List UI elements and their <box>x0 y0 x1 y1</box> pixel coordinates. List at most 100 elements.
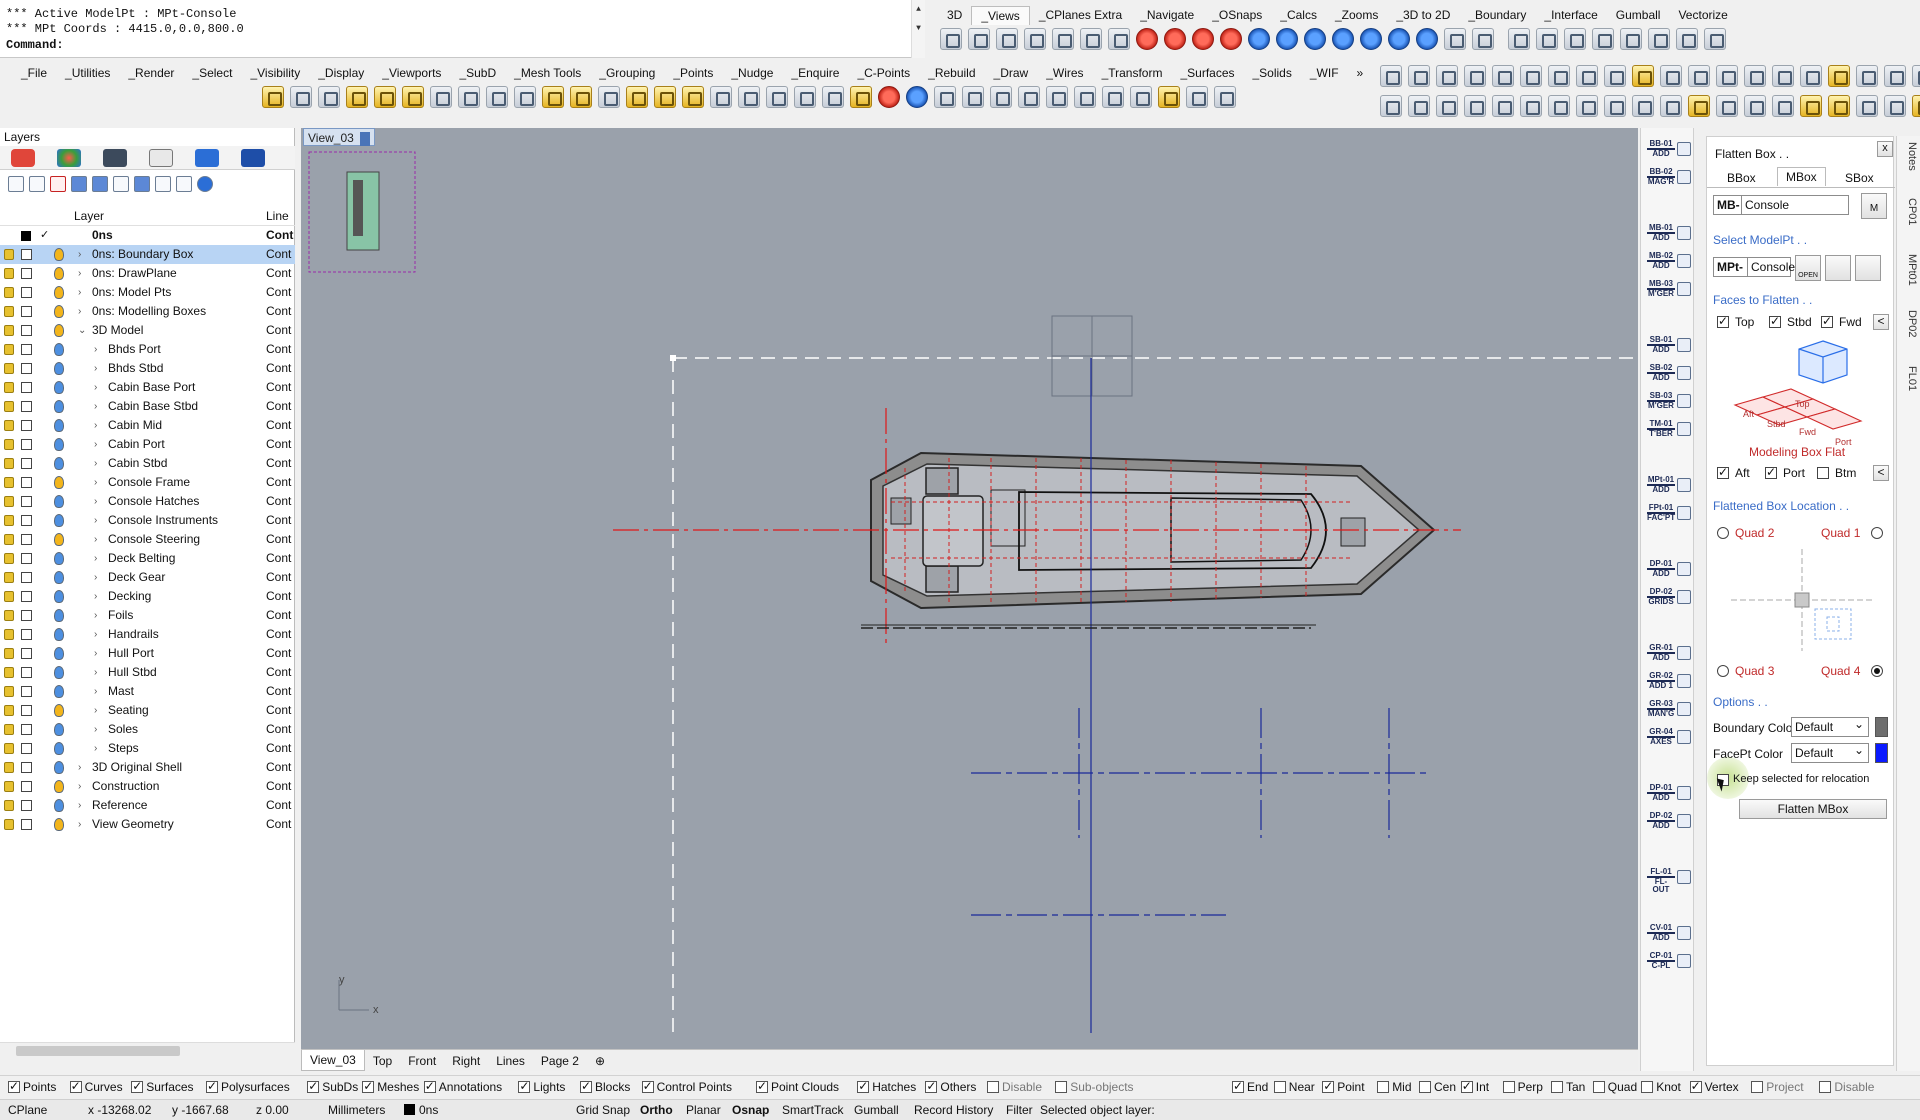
strip-button-dp-01[interactable]: DP-01 ADD <box>1647 560 1675 578</box>
lock-icon[interactable] <box>4 629 14 640</box>
toolbar-tab-subd[interactable]: _SubD <box>450 64 505 82</box>
mpt-name-input[interactable]: Console <box>1747 257 1795 277</box>
render-icon[interactable] <box>1464 95 1486 117</box>
toolbar-tab-solids[interactable]: _Solids <box>1244 64 1301 82</box>
layer-linetype[interactable]: Cont <box>266 777 291 796</box>
filter-checkbox[interactable] <box>1232 1079 1244 1093</box>
filter-checkbox[interactable] <box>1819 1081 1832 1093</box>
draw-icon[interactable] <box>1130 86 1152 108</box>
layer-row[interactable]: › Steps Cont <box>0 739 295 758</box>
filter-checkbox[interactable] <box>1377 1081 1390 1093</box>
layer-visible-checkbox[interactable] <box>21 420 32 431</box>
select-icon[interactable] <box>1716 95 1738 117</box>
view-tab-page-2[interactable]: Page 2 <box>533 1054 587 1068</box>
expand-icon[interactable]: › <box>94 568 97 587</box>
scroll-up-icon[interactable]: ▲ <box>912 0 925 19</box>
expand-icon[interactable]: › <box>94 492 97 511</box>
display-icon[interactable] <box>962 86 984 108</box>
modelpt-pick-icon[interactable] <box>1825 255 1851 281</box>
strip-button-sb-02[interactable]: SB-02 ADD <box>1647 364 1675 382</box>
scroll-down-icon[interactable]: ▼ <box>912 19 925 38</box>
tab-bbox[interactable]: BBox <box>1727 171 1756 185</box>
expand-icon[interactable]: › <box>78 264 81 283</box>
bulb-icon[interactable] <box>54 552 64 565</box>
red-badge-3-icon[interactable] <box>1192 28 1214 50</box>
save-red-icon[interactable] <box>374 86 396 108</box>
face-port-checkbox[interactable] <box>1765 465 1777 479</box>
strip-tool-icon[interactable] <box>1677 170 1691 184</box>
layer-linetype[interactable]: Cont <box>266 321 291 340</box>
move-up-icon[interactable] <box>71 176 87 192</box>
scissors-icon[interactable] <box>1744 65 1766 87</box>
layer-linetype[interactable]: Cont <box>266 492 291 511</box>
flatten-mbox-button[interactable]: Flatten MBox <box>1739 799 1887 819</box>
layer-visible-checkbox[interactable] <box>21 819 32 830</box>
rebuild-icon[interactable] <box>1102 86 1124 108</box>
layer-linetype[interactable]: Cont <box>266 245 291 264</box>
filter-quad[interactable]: Quad <box>1592 1080 1637 1094</box>
layer-row[interactable]: › Seating Cont <box>0 701 295 720</box>
bulb-icon[interactable] <box>54 286 64 299</box>
toolbar-tab-select[interactable]: _Select <box>183 64 241 82</box>
frame-icon[interactable] <box>1856 95 1878 117</box>
blue-badge-2-icon[interactable] <box>1276 28 1298 50</box>
strip-button-dp-02[interactable]: DP-02 ADD <box>1647 812 1675 830</box>
expand-icon[interactable]: › <box>94 701 97 720</box>
layer-linetype[interactable]: Cont <box>266 340 291 359</box>
filter-meshes[interactable]: Meshes <box>362 1079 419 1094</box>
side-tab-notes[interactable]: Notes <box>1900 142 1918 171</box>
snap-blue-icon[interactable] <box>1360 28 1382 50</box>
zoom-window-icon[interactable] <box>1520 65 1542 87</box>
grid-snap-toggle[interactable]: Grid Snap <box>576 1103 630 1117</box>
view-tab-lines[interactable]: Lines <box>488 1054 533 1068</box>
expand-icon[interactable]: › <box>78 758 81 777</box>
scissors-red-icon[interactable] <box>1214 86 1236 108</box>
filter-checkbox[interactable] <box>131 1079 144 1093</box>
materials-tab-icon[interactable] <box>57 148 81 167</box>
filter-blocks[interactable]: Blocks <box>580 1079 630 1094</box>
layer-visible-checkbox[interactable] <box>21 705 32 716</box>
arc-icon[interactable] <box>1436 95 1458 117</box>
filter-vertex[interactable]: Vertex <box>1689 1079 1739 1094</box>
layer-row[interactable]: › Bhds Port Cont <box>0 340 295 359</box>
lock-icon[interactable] <box>4 819 14 830</box>
move-parent-icon[interactable] <box>113 176 129 192</box>
filter-checkbox[interactable] <box>1689 1079 1702 1093</box>
toolbar-tab-calcs[interactable]: _Calcs <box>1271 6 1326 24</box>
strip-tool-icon[interactable] <box>1677 674 1691 688</box>
ortho-toggle[interactable]: Ortho <box>640 1103 673 1117</box>
move-icon[interactable] <box>1576 95 1598 117</box>
filter-checkbox[interactable] <box>8 1079 20 1093</box>
expand-icon[interactable]: › <box>94 720 97 739</box>
bulb-icon[interactable] <box>54 324 64 337</box>
toolbar-tab-points[interactable]: _Points <box>664 64 722 82</box>
toolbar-tab-interface[interactable]: _Interface <box>1535 6 1606 24</box>
move-down-icon[interactable] <box>92 176 108 192</box>
filter-checkbox[interactable] <box>307 1079 320 1093</box>
color-wheel-icon[interactable] <box>878 86 900 108</box>
faces-collapse-button-2[interactable]: < <box>1873 465 1889 481</box>
layer-row[interactable]: › 0ns: Modelling Boxes Cont <box>0 302 295 321</box>
units-label[interactable]: Millimeters <box>328 1103 385 1117</box>
expand-icon[interactable]: › <box>94 644 97 663</box>
plane-4-icon[interactable] <box>1648 28 1670 50</box>
layer-row[interactable]: › Console Steering Cont <box>0 530 295 549</box>
filter-disable[interactable]: Disable <box>987 1080 1042 1094</box>
cpoints-icon[interactable] <box>1074 86 1096 108</box>
filter-checkbox[interactable] <box>1460 1079 1473 1093</box>
layer-linetype[interactable]: Cont <box>266 549 291 568</box>
bulb-icon[interactable] <box>54 723 64 736</box>
tools-icon[interactable] <box>176 176 192 192</box>
faces-collapse-button[interactable]: < <box>1873 314 1889 330</box>
layer-row[interactable]: ⌄ 3D Model Cont <box>0 321 295 340</box>
transform-icon[interactable] <box>1186 86 1208 108</box>
layer-visible-checkbox[interactable] <box>21 477 32 488</box>
layer-linetype[interactable]: Cont <box>266 701 291 720</box>
layer-row[interactable]: › Cabin Base Port Cont <box>0 378 295 397</box>
bulb-icon[interactable] <box>54 267 64 280</box>
filter-icon[interactable] <box>134 176 150 192</box>
facept-color-swatch[interactable] <box>1875 743 1888 763</box>
filter-checkbox[interactable] <box>1273 1081 1286 1093</box>
strip-tool-icon[interactable] <box>1677 254 1691 268</box>
layer-visible-checkbox[interactable] <box>21 591 32 602</box>
